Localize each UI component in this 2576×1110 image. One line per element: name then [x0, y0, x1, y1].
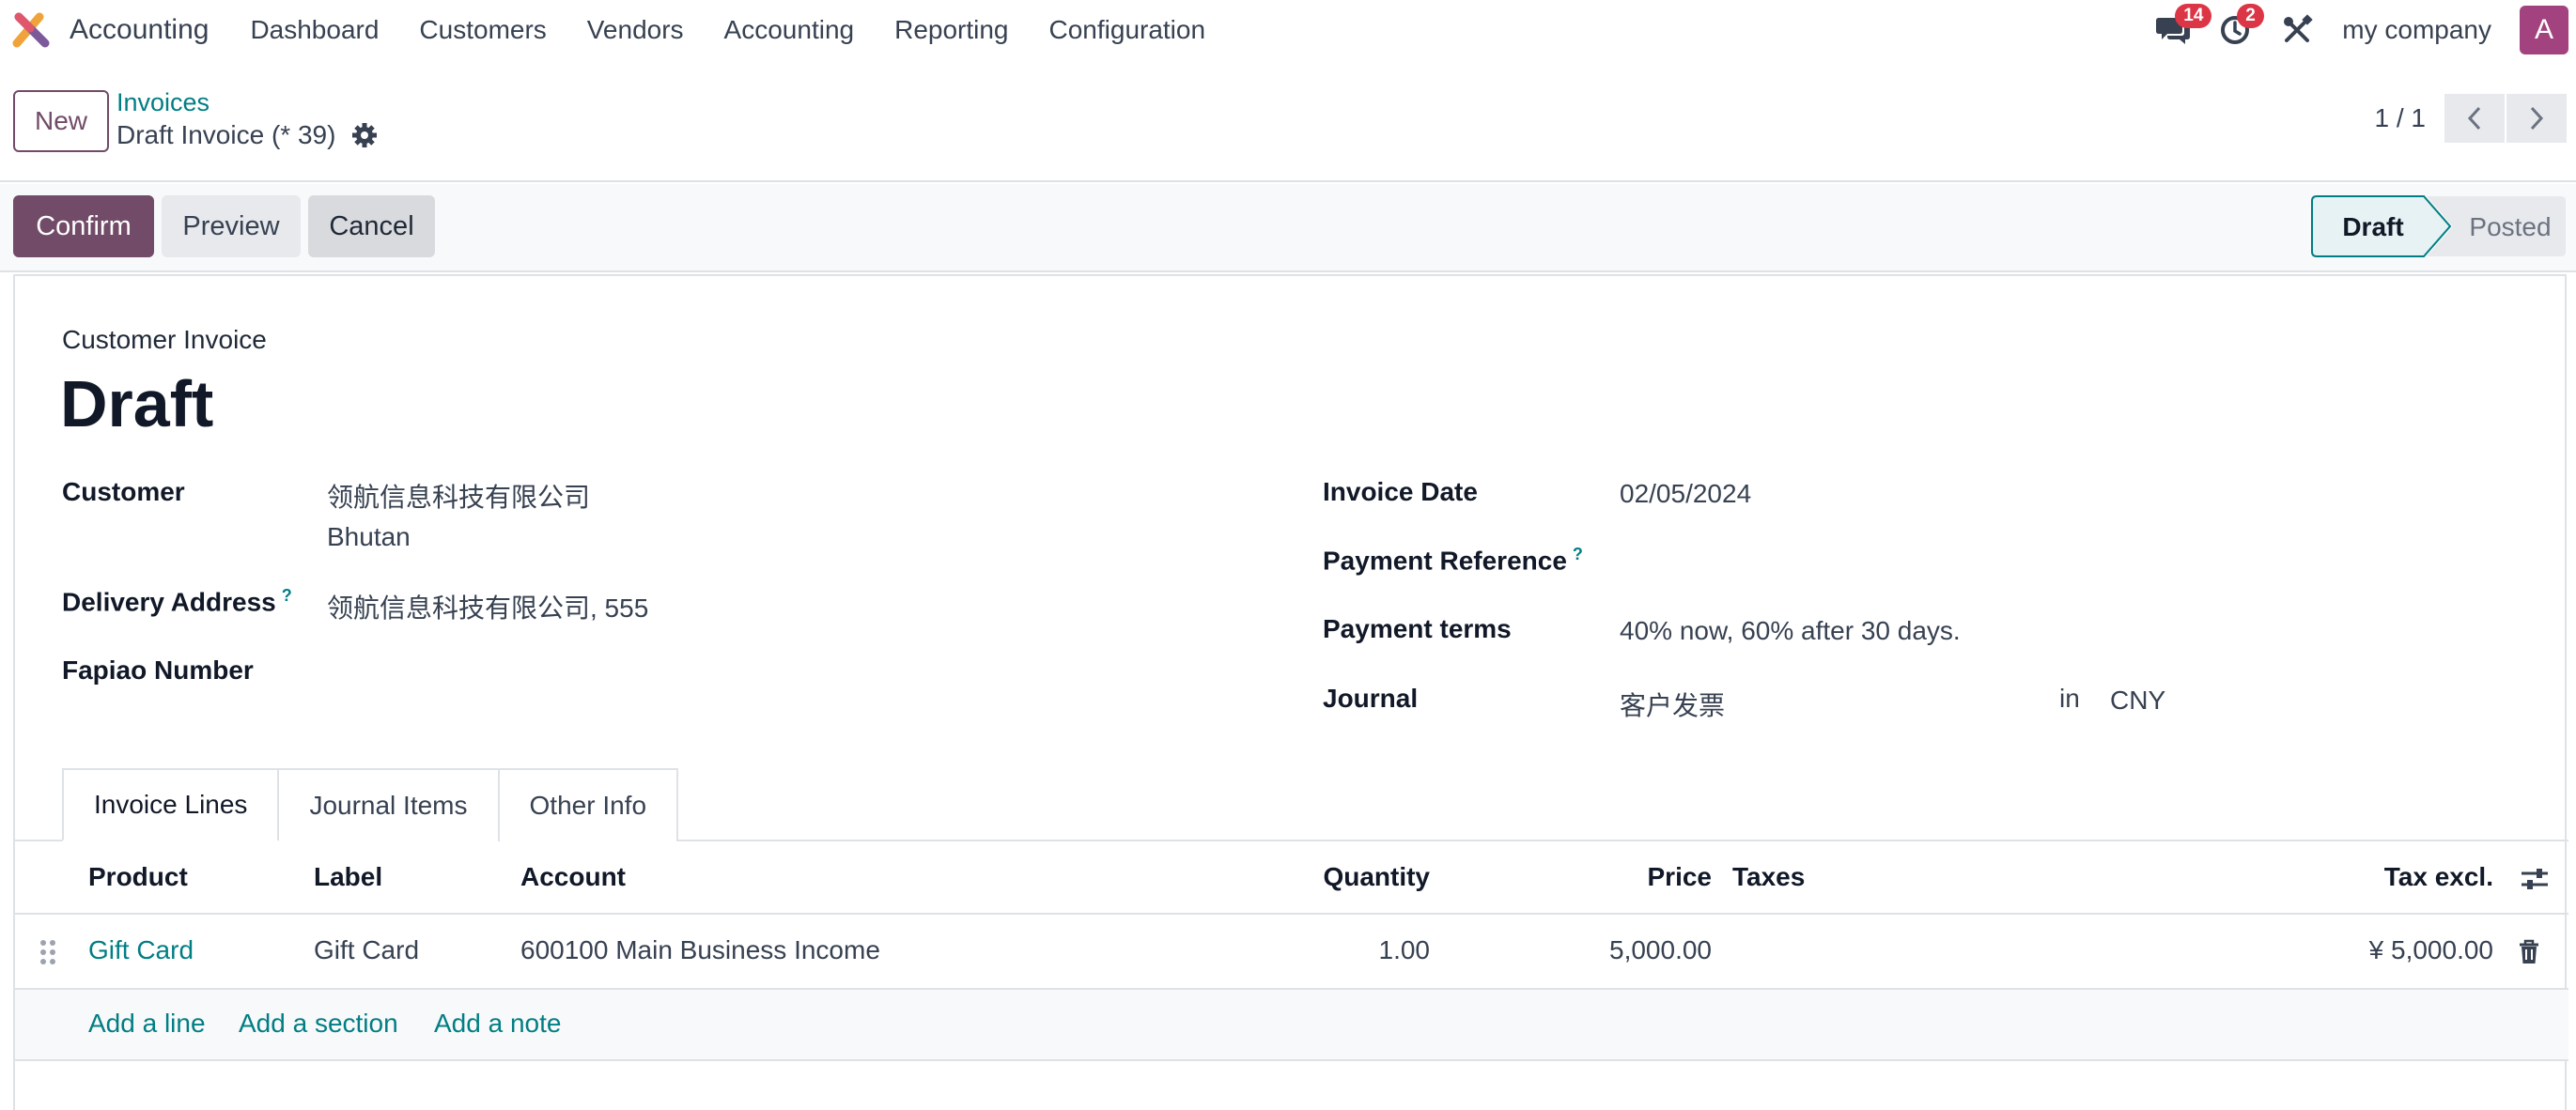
preview-button[interactable]: Preview	[162, 195, 301, 257]
column-price[interactable]: Price	[1648, 862, 1713, 892]
add-section-link[interactable]: Add a section	[239, 1009, 398, 1039]
row-quantity[interactable]: 1.00	[1379, 935, 1431, 965]
journal-label: Journal	[1323, 684, 1419, 713]
control-panel: New Invoices Draft Invoice (* 39) 1 / 1	[0, 60, 2576, 182]
pager-next-button[interactable]	[2506, 94, 2567, 143]
table-row[interactable]: Gift Card Gift Card 600100 Main Business…	[15, 915, 2568, 990]
pager-previous-button[interactable]	[2444, 94, 2505, 143]
fapiao-number-label: Fapiao Number	[62, 655, 254, 685]
invoice-date-field[interactable]: 02/05/2024	[1620, 479, 1751, 509]
column-product[interactable]: Product	[88, 862, 188, 892]
invoice-sheet: Customer Invoice Draft Customer 领航信息科技有限…	[13, 274, 2568, 1110]
app-brand[interactable]: Accounting	[11, 9, 209, 51]
menu-reporting[interactable]: Reporting	[894, 15, 1008, 45]
tab-invoice-lines[interactable]: Invoice Lines	[62, 768, 280, 841]
activities-button[interactable]: 2	[2214, 4, 2264, 51]
trash-icon[interactable]	[2518, 939, 2540, 965]
breadcrumb-invoices[interactable]: Invoices	[116, 88, 209, 117]
delivery-address-field[interactable]: 领航信息科技有限公司, 555	[327, 588, 648, 625]
column-tax-excl[interactable]: Tax excl.	[2384, 862, 2493, 892]
status-posted-label: Posted	[2469, 212, 2551, 241]
chevron-right-icon	[2530, 106, 2544, 131]
gear-icon[interactable]	[350, 121, 379, 149]
row-account[interactable]: 600100 Main Business Income	[520, 935, 880, 965]
action-bar: Confirm Preview Cancel Draft Posted	[0, 184, 2576, 272]
delivery-address-label: Delivery Address?	[62, 586, 292, 617]
cancel-button[interactable]: Cancel	[308, 195, 435, 257]
user-avatar[interactable]: A	[2520, 6, 2568, 54]
column-taxes[interactable]: Taxes	[1732, 862, 1805, 892]
menu-accounting[interactable]: Accounting	[724, 15, 855, 45]
tab-journal-items[interactable]: Journal Items	[277, 768, 500, 841]
invoice-name: Draft	[60, 367, 214, 440]
status-step-posted[interactable]: Posted	[2426, 195, 2567, 257]
activities-badge: 2	[2237, 4, 2264, 28]
menu-configuration[interactable]: Configuration	[1049, 15, 1206, 45]
payment-reference-help[interactable]: ?	[1573, 545, 1583, 563]
payment-reference-label-text: Payment Reference	[1323, 546, 1567, 576]
column-quantity[interactable]: Quantity	[1323, 862, 1430, 892]
main-menu: Dashboard Customers Vendors Accounting R…	[250, 15, 1246, 45]
document-type: Customer Invoice	[62, 325, 267, 354]
pager: 1 / 1	[2375, 94, 2567, 143]
in-label: in	[2059, 684, 2080, 713]
row-product[interactable]: Gift Card	[88, 935, 194, 965]
row-label[interactable]: Gift Card	[314, 935, 419, 965]
menu-dashboard[interactable]: Dashboard	[250, 15, 379, 45]
add-line-row: Add a line Add a section Add a note	[15, 990, 2568, 1061]
tools-icon	[2284, 14, 2313, 42]
lines-table-header: Product Label Account Quantity Price Tax…	[15, 841, 2568, 915]
payment-terms-label: Payment terms	[1323, 614, 1512, 643]
column-label[interactable]: Label	[314, 862, 382, 892]
column-account[interactable]: Account	[520, 862, 626, 892]
confirm-button[interactable]: Confirm	[13, 195, 154, 257]
delivery-address-help[interactable]: ?	[282, 586, 292, 605]
row-tax-excl: ¥ 5,000.00	[2368, 935, 2493, 964]
invoice-date-label: Invoice Date	[1323, 477, 1478, 506]
chevron-left-icon	[2467, 106, 2481, 131]
debug-tools-button[interactable]	[2276, 9, 2318, 51]
app-name: Accounting	[70, 14, 209, 45]
payment-reference-label: Payment Reference?	[1323, 545, 1583, 576]
currency-field[interactable]: CNY	[2110, 686, 2165, 716]
status-bar: Draft Posted	[2311, 195, 2567, 257]
record-title-text: Draft Invoice (* 39)	[116, 120, 336, 149]
company-switcher[interactable]: my company	[2342, 15, 2491, 45]
new-button[interactable]: New	[13, 90, 109, 152]
app-logo-icon	[12, 12, 50, 48]
messages-button[interactable]: 14	[2152, 4, 2212, 51]
top-navbar: Accounting Dashboard Customers Vendors A…	[0, 0, 2576, 60]
menu-customers[interactable]: Customers	[419, 15, 546, 45]
customer-name-field[interactable]: 领航信息科技有限公司	[327, 477, 590, 515]
payment-terms-field[interactable]: 40% now, 60% after 30 days.	[1620, 616, 1961, 646]
delivery-address-label-text: Delivery Address	[62, 587, 276, 617]
add-note-link[interactable]: Add a note	[434, 1009, 561, 1039]
drag-handle-icon[interactable]	[39, 939, 56, 965]
tab-other-info[interactable]: Other Info	[497, 768, 679, 841]
status-draft-label: Draft	[2342, 212, 2403, 241]
messages-badge: 14	[2175, 4, 2212, 28]
record-title: Draft Invoice (* 39)	[116, 120, 379, 150]
menu-vendors[interactable]: Vendors	[587, 15, 684, 45]
add-line-link[interactable]: Add a line	[88, 1009, 206, 1039]
pager-value[interactable]: 1 / 1	[2375, 103, 2426, 133]
row-price[interactable]: 5,000.00	[1609, 935, 1712, 965]
systray: 14 2 my company A	[2152, 0, 2576, 60]
notebook-tabs: Invoice Lines Journal Items Other Info	[62, 768, 679, 841]
customer-label: Customer	[62, 477, 185, 506]
optional-columns-icon[interactable]	[2520, 866, 2550, 892]
customer-country: Bhutan	[327, 522, 411, 551]
journal-field[interactable]: 客户发票	[1620, 686, 1725, 723]
